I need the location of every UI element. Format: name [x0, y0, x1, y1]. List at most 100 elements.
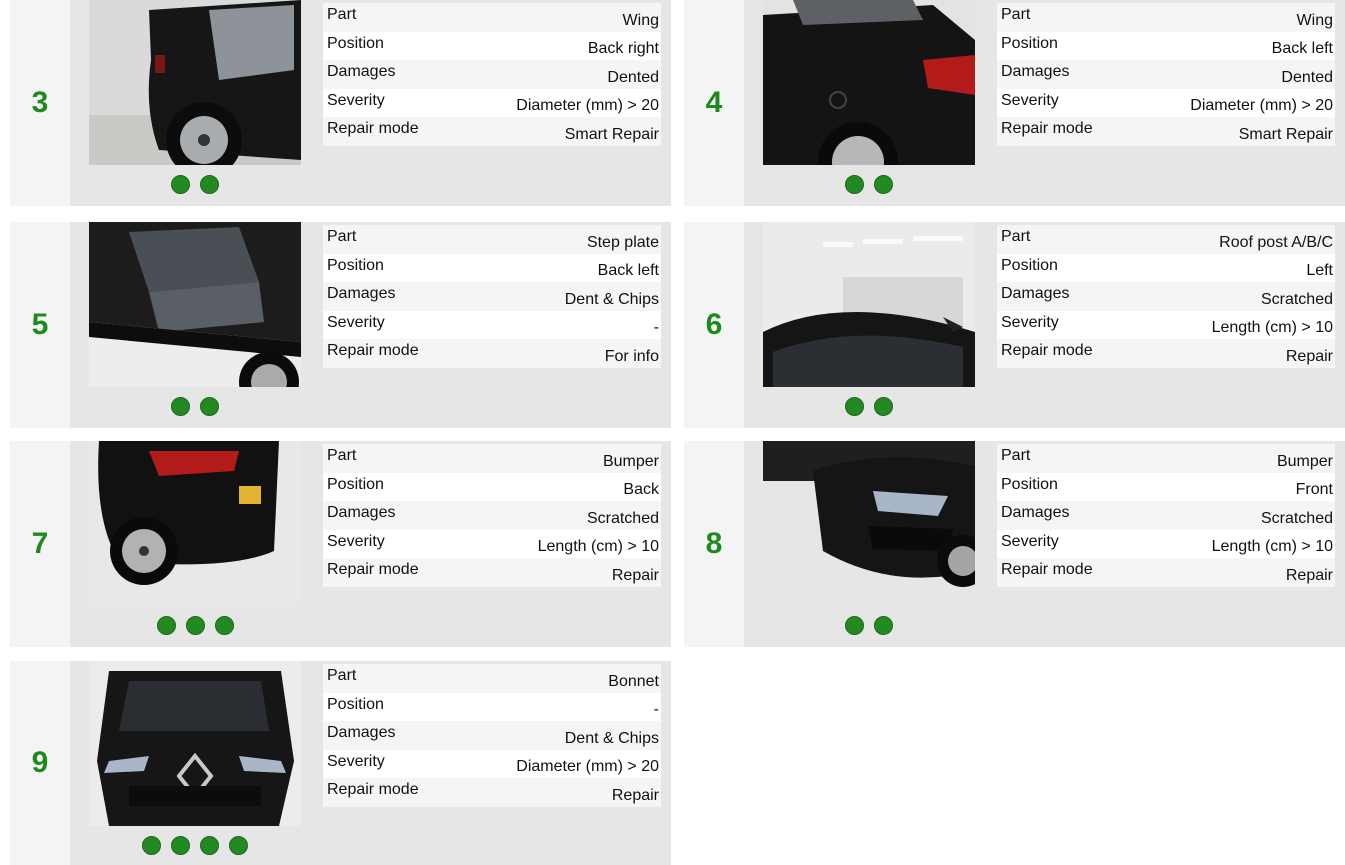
- spec-label: Position: [1001, 475, 1058, 493]
- damage-number: 5: [31, 308, 49, 341]
- photo-pagination: [763, 616, 975, 635]
- spec-row-part: Part Roof post A/B/C: [997, 225, 1335, 254]
- photo-dot[interactable]: [845, 175, 864, 194]
- spec-row-severity: Severity Length (cm) > 10: [997, 529, 1335, 559]
- spec-label: Severity: [327, 91, 385, 109]
- damage-photo[interactable]: [763, 0, 975, 165]
- spec-row-part: Part Wing: [997, 3, 1335, 32]
- damage-specs-table: Part Wing Position Back right Damages Dented S…: [323, 3, 661, 146]
- damage-card: 5 Part Step plate Position Back left Damages D…: [10, 222, 671, 428]
- spec-value: Smart Repair: [1238, 125, 1333, 143]
- photo-dot[interactable]: [200, 397, 219, 416]
- damage-specs-table: Part Wing Position Back left Damages Dented Se…: [997, 3, 1335, 146]
- spec-row-part: Part Bonnet: [323, 664, 661, 693]
- spec-value: -: [653, 319, 659, 337]
- spec-value: Left: [1306, 262, 1333, 280]
- spec-row-repair-mode: Repair mode Repair: [323, 558, 661, 587]
- car-step-plate-photo: [89, 222, 301, 387]
- photo-dot[interactable]: [142, 836, 161, 855]
- spec-label: Severity: [1001, 532, 1059, 550]
- damage-number: 9: [31, 746, 49, 779]
- photo-dot[interactable]: [874, 397, 893, 416]
- spec-value: Back left: [1271, 40, 1333, 58]
- spec-row-damages: Damages Dent & Chips: [323, 282, 661, 311]
- photo-dot[interactable]: [874, 616, 893, 635]
- damage-photo[interactable]: [89, 222, 301, 387]
- spec-row-repair-mode: Repair mode Smart Repair: [997, 117, 1335, 146]
- spec-value: Dent & Chips: [564, 290, 659, 308]
- damage-photo[interactable]: [763, 222, 975, 387]
- spec-value: Roof post A/B/C: [1219, 233, 1333, 251]
- damage-photo[interactable]: [763, 441, 975, 606]
- photo-dot[interactable]: [200, 175, 219, 194]
- damage-card: 9 Part Bonnet Position - Damages Dent & Chips S…: [10, 661, 671, 865]
- spec-row-part: Part Wing: [323, 3, 661, 32]
- photo-pagination: [89, 616, 301, 635]
- spec-value: Scratched: [1260, 509, 1333, 527]
- spec-value: Diameter (mm) > 20: [1190, 97, 1333, 115]
- photo-dot[interactable]: [229, 836, 248, 855]
- spec-row-severity: Severity -: [323, 310, 661, 340]
- damage-photo[interactable]: [89, 441, 301, 606]
- spec-value: Wing: [1296, 11, 1333, 29]
- photo-dot[interactable]: [845, 616, 864, 635]
- spec-value: Length (cm) > 10: [1211, 538, 1333, 556]
- damage-specs-table: Part Bonnet Position - Damages Dent & Chips Se…: [323, 664, 661, 807]
- photo-dot[interactable]: [874, 175, 893, 194]
- spec-label: Repair mode: [327, 342, 419, 360]
- photo-dot[interactable]: [185, 616, 205, 635]
- damage-number-box: 4: [684, 0, 744, 206]
- spec-row-repair-mode: Repair mode For info: [323, 339, 661, 368]
- damage-photo[interactable]: [89, 661, 301, 826]
- spec-value: Smart Repair: [564, 125, 659, 143]
- damage-specs-table: Part Bumper Position Back Damages Scratched Se…: [323, 444, 661, 587]
- photo-dot[interactable]: [171, 175, 190, 194]
- spec-value: Repair: [611, 566, 659, 584]
- spec-row-position: Position Back right: [323, 31, 661, 61]
- damage-report: 3 Part Wing Position Back right Damages Dented…: [0, 0, 1345, 865]
- spec-row-damages: Damages Dented: [323, 60, 661, 89]
- spec-value: Back: [623, 481, 659, 499]
- spec-value: Step plate: [586, 233, 659, 251]
- spec-label: Position: [327, 695, 384, 713]
- spec-label: Repair mode: [327, 781, 419, 799]
- spec-value: Bumper: [1276, 452, 1333, 470]
- spec-label: Part: [1001, 447, 1031, 464]
- spec-row-part: Part Bumper: [997, 444, 1335, 473]
- car-front-bumper-photo: [763, 441, 975, 606]
- spec-value: Length (cm) > 10: [537, 538, 659, 556]
- spec-label: Repair mode: [327, 120, 419, 138]
- damage-card: 8 Part Bumper Position Front Damages Scratched…: [684, 441, 1345, 647]
- spec-row-damages: Damages Scratched: [997, 501, 1335, 530]
- spec-value: Back left: [597, 262, 659, 280]
- spec-value: Front: [1295, 481, 1333, 499]
- damage-card: 3 Part Wing Position Back right Damages Dented…: [10, 0, 671, 206]
- spec-value: Dented: [607, 68, 659, 86]
- photo-pagination: [763, 175, 975, 194]
- spec-label: Part: [327, 447, 357, 464]
- spec-value: Bumper: [602, 452, 659, 470]
- photo-dot[interactable]: [171, 836, 190, 855]
- photo-pagination: [89, 836, 301, 855]
- spec-row-position: Position Left: [997, 253, 1335, 283]
- photo-dot[interactable]: [171, 397, 190, 416]
- spec-value: Repair: [1285, 347, 1333, 365]
- spec-label: Part: [1001, 6, 1031, 23]
- spec-label: Damages: [1001, 285, 1070, 303]
- spec-row-part: Part Bumper: [323, 444, 661, 473]
- damage-number-box: 6: [684, 222, 744, 428]
- spec-label: Part: [327, 6, 357, 23]
- spec-label: Repair mode: [1001, 120, 1093, 138]
- photo-dot[interactable]: [200, 836, 219, 855]
- photo-dot[interactable]: [214, 616, 234, 635]
- spec-row-position: Position -: [323, 692, 661, 722]
- spec-label: Severity: [327, 752, 385, 770]
- photo-dot[interactable]: [156, 616, 176, 635]
- spec-row-position: Position Back: [323, 472, 661, 502]
- photo-dot[interactable]: [845, 397, 864, 416]
- damage-photo[interactable]: [89, 0, 301, 165]
- spec-label: Repair mode: [1001, 342, 1093, 360]
- spec-label: Position: [327, 34, 384, 52]
- spec-label: Damages: [1001, 504, 1070, 522]
- spec-row-damages: Damages Dented: [997, 60, 1335, 89]
